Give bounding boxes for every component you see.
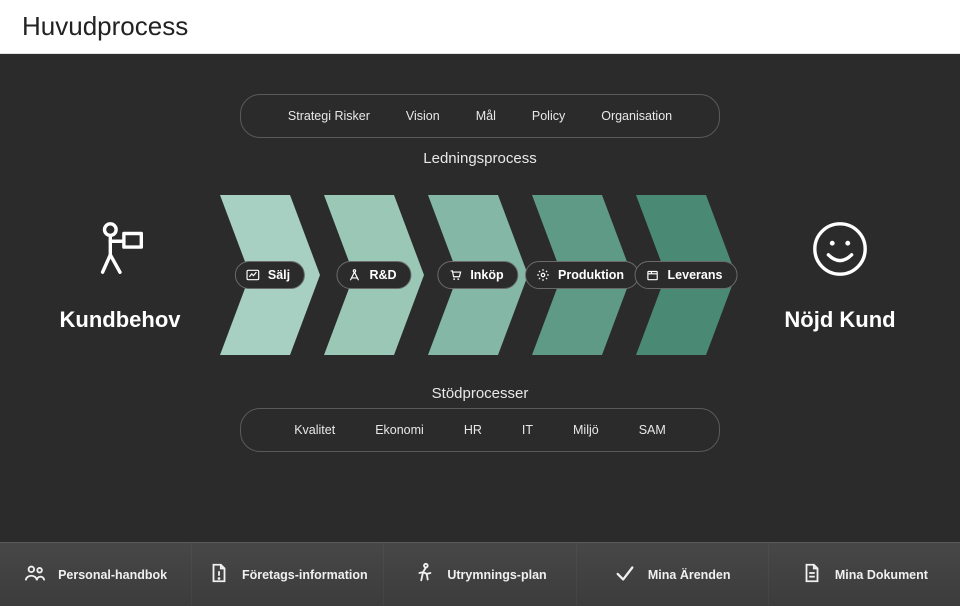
smile-icon [809, 218, 871, 285]
kundbehov-caption: Kundbehov [60, 307, 181, 333]
core-step-label: R&D [369, 268, 396, 282]
package-icon [646, 268, 660, 282]
support-item[interactable]: Ekonomi [375, 423, 424, 437]
core-step-pill[interactable]: R&D [336, 261, 411, 289]
core-step-label: Produktion [558, 268, 624, 282]
management-box: Strategi Risker Vision Mål Policy Organi… [240, 94, 720, 138]
mgmt-item[interactable]: Vision [406, 109, 440, 123]
footer-item-label: Mina Ärenden [648, 568, 731, 582]
core-flow-row: Kundbehov Sälj R&D [30, 185, 930, 365]
cart-icon [448, 268, 462, 282]
compass-icon [347, 268, 361, 282]
support-item[interactable]: HR [464, 423, 482, 437]
mgmt-item[interactable]: Policy [532, 109, 565, 123]
footer-nav: Personal-handbok Företags-information Ut… [0, 542, 960, 606]
core-step-chevron[interactable]: Leverans [636, 195, 736, 355]
run-icon [413, 562, 435, 587]
support-item[interactable]: Kvalitet [294, 423, 335, 437]
footer-item[interactable]: Mina Ärenden [577, 543, 769, 606]
chevron-strip: Sälj R&D Inköp Produktion [220, 185, 740, 365]
support-item[interactable]: IT [522, 423, 533, 437]
support-item[interactable]: Miljö [573, 423, 599, 437]
core-step-pill[interactable]: Inköp [437, 261, 518, 289]
footer-item-label: Mina Dokument [835, 568, 928, 582]
doc-alert-icon [208, 562, 230, 587]
kundbehov-block: Kundbehov [40, 218, 200, 333]
support-label: Stödprocesser [432, 385, 529, 402]
core-step-pill[interactable]: Leverans [635, 261, 738, 289]
mgmt-item[interactable]: Organisation [601, 109, 672, 123]
core-step-label: Inköp [470, 268, 503, 282]
support-box: Kvalitet Ekonomi HR IT Miljö SAM [240, 408, 720, 452]
mgmt-item[interactable]: Mål [476, 109, 496, 123]
page-header: Huvudprocess [0, 0, 960, 54]
diagram-canvas: Strategi Risker Vision Mål Policy Organi… [0, 54, 960, 542]
gear-icon [536, 268, 550, 282]
nojd-kund-block: Nöjd Kund [760, 218, 920, 333]
doc-lines-icon [801, 562, 823, 587]
footer-item[interactable]: Personal-handbok [0, 543, 192, 606]
chart-icon [246, 268, 260, 282]
support-item[interactable]: SAM [639, 423, 666, 437]
core-step-chevron[interactable]: Produktion [532, 195, 632, 355]
check-icon [614, 562, 636, 587]
footer-item-label: Personal-handbok [58, 568, 167, 582]
nojd-kund-caption: Nöjd Kund [784, 307, 895, 333]
page-title: Huvudprocess [22, 11, 188, 42]
people-icon [24, 562, 46, 587]
core-step-chevron[interactable]: Sälj [220, 195, 320, 355]
footer-item[interactable]: Utrymnings-plan [384, 543, 576, 606]
customer-need-icon [89, 218, 151, 285]
support-group: Stödprocesser Kvalitet Ekonomi HR IT Mil… [240, 385, 720, 452]
core-step-chevron[interactable]: Inköp [428, 195, 528, 355]
footer-item[interactable]: Mina Dokument [769, 543, 960, 606]
footer-item[interactable]: Företags-information [192, 543, 384, 606]
core-step-label: Leverans [668, 268, 723, 282]
footer-item-label: Utrymnings-plan [447, 568, 546, 582]
core-step-pill[interactable]: Sälj [235, 261, 305, 289]
core-step-label: Sälj [268, 268, 290, 282]
core-step-chevron[interactable]: R&D [324, 195, 424, 355]
management-label: Ledningsprocess [423, 150, 536, 167]
footer-item-label: Företags-information [242, 568, 368, 582]
mgmt-item[interactable]: Strategi Risker [288, 109, 370, 123]
core-step-pill[interactable]: Produktion [525, 261, 639, 289]
